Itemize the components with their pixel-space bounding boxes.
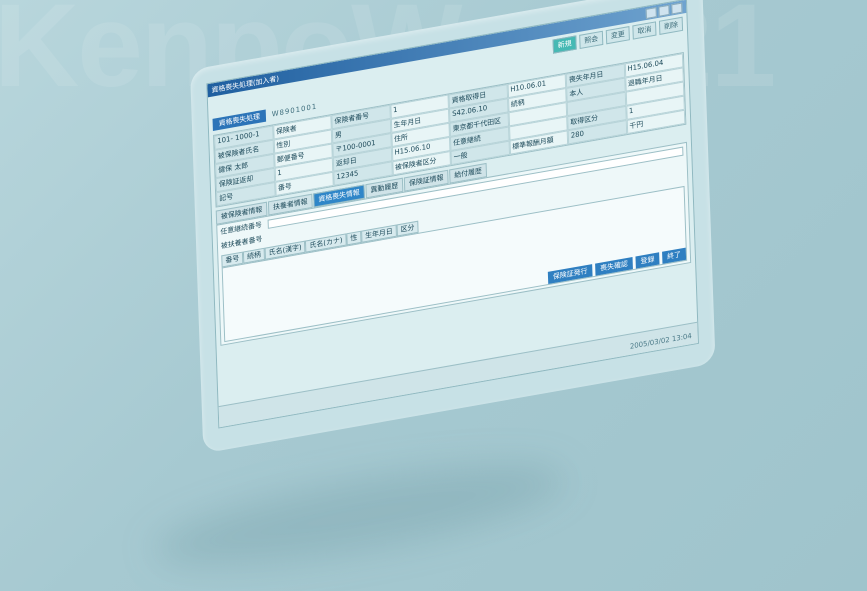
exit-button[interactable]: 終了	[662, 247, 687, 264]
toolbar-button-edit[interactable]: 変更	[605, 26, 630, 45]
status-datetime: 2005/03/02 13:04	[629, 331, 692, 351]
status-bar: 2005/03/02 13:04	[218, 321, 698, 428]
minimize-icon[interactable]	[645, 6, 657, 19]
record-code: W8901001	[271, 102, 318, 119]
close-icon[interactable]	[671, 2, 683, 15]
toolbar-button-view[interactable]: 照会	[579, 30, 604, 50]
toolbar-button-cancel[interactable]: 取消	[632, 21, 657, 40]
maximize-icon[interactable]	[658, 4, 670, 17]
toolbar-button-new[interactable]: 新規	[552, 35, 577, 54]
stage: 資格喪失処理(加入者) 新規 照会 変更 取消 削除 資格喪失処理 W89010…	[0, 0, 867, 591]
tablet-device: 資格喪失処理(加入者) 新規 照会 変更 取消 削除 資格喪失処理 W89010…	[190, 0, 716, 454]
toolbar-button-delete[interactable]: 削除	[658, 16, 684, 35]
register-button[interactable]: 登録	[635, 252, 660, 269]
column-header[interactable]: 性	[346, 230, 362, 246]
app-window: 資格喪失処理(加入者) 新規 照会 変更 取消 削除 資格喪失処理 W89010…	[206, 0, 699, 429]
